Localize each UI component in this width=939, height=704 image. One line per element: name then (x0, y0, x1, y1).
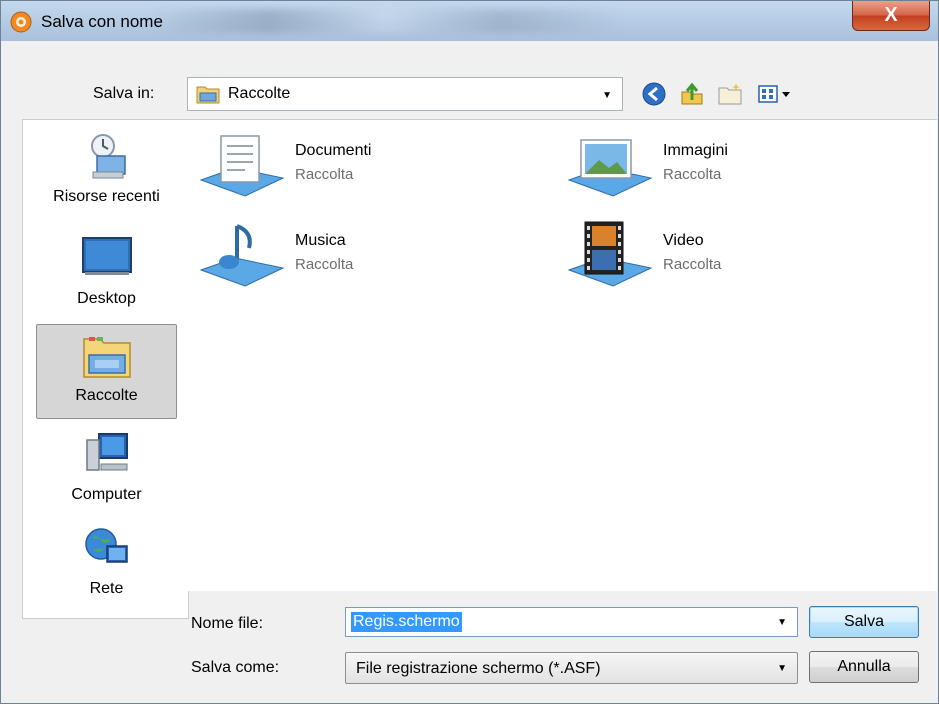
video-library-icon (567, 221, 653, 287)
list-item-video[interactable]: Video Raccolta (565, 220, 865, 292)
title-bar[interactable]: Salva con nome X (1, 1, 938, 41)
pictures-library-icon (567, 139, 653, 197)
place-libraries[interactable]: Raccolte (36, 324, 177, 419)
place-network[interactable]: Rete (36, 518, 177, 613)
place-label: Rete (89, 580, 124, 597)
view-menu-icon[interactable] (756, 80, 796, 108)
places-bar: Risorse recenti Desktop Raccolte Compute… (22, 119, 189, 619)
filename-label: Nome file: (191, 615, 264, 632)
computer-icon (85, 433, 128, 471)
place-label: Raccolte (75, 387, 138, 404)
back-icon[interactable] (640, 80, 668, 108)
save-in-value: Raccolte (228, 85, 291, 102)
title-bar-background-blur (151, 9, 621, 33)
save-in-label: Salva in: (93, 85, 155, 102)
list-item-music[interactable]: Musica Raccolta (197, 220, 497, 292)
file-name: Musica (295, 232, 346, 249)
place-label: Risorse recenti (53, 188, 160, 205)
place-desktop[interactable]: Desktop (36, 226, 177, 321)
window-title: Salva con nome (41, 12, 163, 31)
file-name: Immagini (663, 142, 728, 159)
chevron-down-icon[interactable]: ▼ (602, 90, 612, 101)
close-icon: X (884, 4, 898, 26)
file-type: Raccolta (663, 166, 722, 183)
new-folder-icon[interactable] (716, 80, 744, 108)
recent-places-icon (90, 134, 126, 179)
save-as-dialog: Salva con nome X Salva in: Raccolte ▼ Ri… (0, 0, 939, 704)
place-label: Computer (71, 486, 142, 503)
filename-input[interactable]: Regis.schermo ▼ (345, 607, 798, 637)
filetype-dropdown[interactable]: File registrazione schermo (*.ASF) ▼ (345, 652, 798, 684)
save-in-dropdown[interactable]: Raccolte ▼ (187, 77, 623, 111)
file-name: Video (663, 232, 704, 249)
desktop-icon (81, 237, 132, 275)
list-item-documents[interactable]: Documenti Raccolta (197, 130, 497, 202)
cancel-button[interactable]: Annulla (809, 651, 919, 683)
place-label: Desktop (77, 290, 136, 307)
documents-library-icon (199, 135, 285, 197)
filename-value[interactable]: Regis.schermo (351, 612, 462, 632)
libraries-icon (82, 337, 131, 378)
libraries-folder-icon (196, 86, 220, 104)
file-type: Raccolta (663, 256, 722, 273)
app-icon (10, 11, 32, 33)
file-type: Raccolta (295, 166, 354, 183)
network-icon (84, 528, 128, 563)
save-button[interactable]: Salva (809, 606, 919, 638)
chevron-down-icon[interactable]: ▼ (777, 663, 787, 674)
filetype-value: File registrazione schermo (*.ASF) (356, 660, 601, 677)
file-type: Raccolta (295, 256, 354, 273)
chevron-down-icon[interactable]: ▼ (777, 617, 787, 628)
music-library-icon (199, 224, 285, 287)
place-recent[interactable]: Risorse recenti (36, 126, 177, 221)
place-computer[interactable]: Computer (36, 424, 177, 519)
filetype-label: Salva come: (191, 659, 280, 676)
up-folder-icon[interactable] (678, 80, 706, 108)
file-list[interactable]: Documenti Raccolta Immagini Raccolta Mus… (187, 119, 937, 591)
file-name: Documenti (295, 142, 372, 159)
list-item-pictures[interactable]: Immagini Raccolta (565, 130, 865, 202)
close-button[interactable]: X (852, 1, 930, 31)
